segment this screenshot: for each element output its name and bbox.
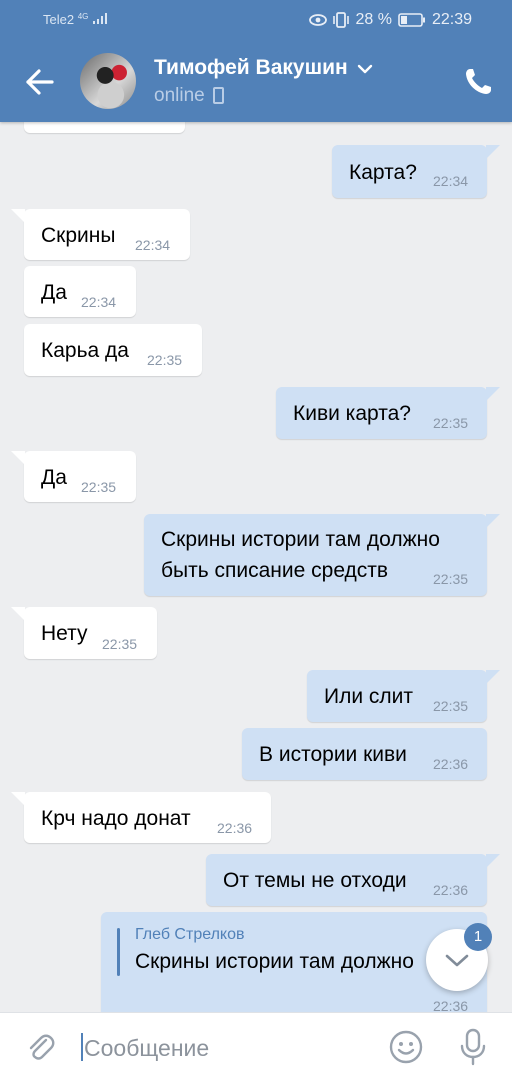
message-time: 22:35 (433, 415, 469, 431)
message-bubble-outgoing[interactable]: Или слит 22:35 (307, 670, 500, 722)
message-time: 22:34 (81, 294, 117, 310)
message-composer (0, 1012, 512, 1081)
reply-author[interactable]: Глеб Стрелков (135, 926, 245, 944)
message-text: Киви карта? (293, 402, 411, 425)
message-text: Карьа да (41, 339, 129, 362)
message-bubble-incoming[interactable]: Нету 22:35 (11, 607, 157, 659)
battery-icon (398, 13, 425, 27)
message-bubble-incoming[interactable]: Крч надо донат 22:36 (11, 792, 271, 843)
message-bubble-outgoing[interactable]: Карта? 22:34 (332, 145, 500, 198)
message-bubble-incoming[interactable]: Да 22:34 (24, 266, 136, 317)
message-time: 22:35 (102, 636, 138, 652)
message-bubble-incoming[interactable]: Да 22:35 (11, 451, 136, 502)
message-bubble-outgoing[interactable]: Киви карта? 22:35 (276, 387, 500, 439)
phone-icon[interactable] (462, 66, 494, 98)
message-text: В истории киви (259, 743, 407, 766)
message-bubble-incoming[interactable]: Карьа да 22:35 (24, 324, 202, 376)
message-text: Скрины (41, 224, 116, 247)
paperclip-icon[interactable] (24, 1031, 56, 1063)
reply-text: Скрины истории там должно (135, 950, 414, 973)
message-text: Карта? (349, 161, 417, 184)
clock: 22:39 (431, 11, 472, 28)
message-text: Да (41, 466, 67, 489)
message-text: Нету (41, 622, 88, 645)
message-time: 22:36 (433, 998, 469, 1012)
message-bubble-partial (24, 122, 185, 133)
microphone-icon[interactable] (458, 1027, 488, 1067)
mobile-online-icon (213, 87, 224, 104)
message-bubble-outgoing[interactable]: Скрины истории там должно быть списание … (144, 514, 500, 596)
message-text: Да (41, 281, 67, 304)
message-time: 22:34 (433, 173, 469, 189)
message-text-line2: быть списание средств (161, 559, 389, 582)
chat-header: Tele2 4G 28 % 22:39 Тимофей Вакушин onli… (0, 0, 512, 122)
status-bar: Tele2 4G 28 % 22:39 (0, 0, 512, 40)
message-bubble-outgoing[interactable]: В истории киви 22:36 (242, 728, 487, 780)
message-input[interactable] (82, 1027, 366, 1069)
message-bubble-outgoing[interactable]: От темы не отходи 22:36 (206, 854, 500, 906)
back-arrow-icon[interactable] (24, 64, 56, 100)
unread-badge: 1 (464, 923, 492, 951)
message-time: 22:36 (433, 756, 469, 772)
carrier-label: Tele2 (43, 12, 75, 27)
contact-name[interactable]: Тимофей Вакушин (154, 56, 348, 80)
message-list[interactable]: Карта? 22:34 Скрины 22:34 Да 22:34 Карьа… (0, 122, 512, 1012)
smile-icon[interactable] (388, 1029, 424, 1065)
chevron-down-icon[interactable] (356, 62, 374, 76)
message-time: 22:36 (433, 882, 469, 898)
message-text-line1: Скрины истории там должно (161, 528, 440, 551)
signal-icon (93, 13, 107, 24)
network-label: 4G (77, 12, 89, 21)
message-bubble-incoming[interactable]: Скрины 22:34 (11, 209, 190, 260)
message-time: 22:35 (81, 479, 117, 495)
message-time: 22:35 (147, 352, 183, 368)
eye-icon (309, 14, 328, 26)
message-time: 22:36 (217, 820, 253, 836)
battery-percent: 28 % (355, 11, 392, 28)
contact-avatar[interactable] (80, 53, 136, 109)
reply-quote-bar (117, 928, 120, 976)
message-text: От темы не отходи (223, 869, 407, 892)
message-time: 22:34 (135, 237, 171, 253)
message-text: Или слит (324, 685, 414, 708)
message-time: 22:35 (433, 571, 469, 587)
vibrate-icon (333, 12, 350, 28)
message-time: 22:35 (433, 698, 469, 714)
contact-status: online (154, 85, 205, 106)
message-text: Крч надо донат (41, 807, 191, 830)
